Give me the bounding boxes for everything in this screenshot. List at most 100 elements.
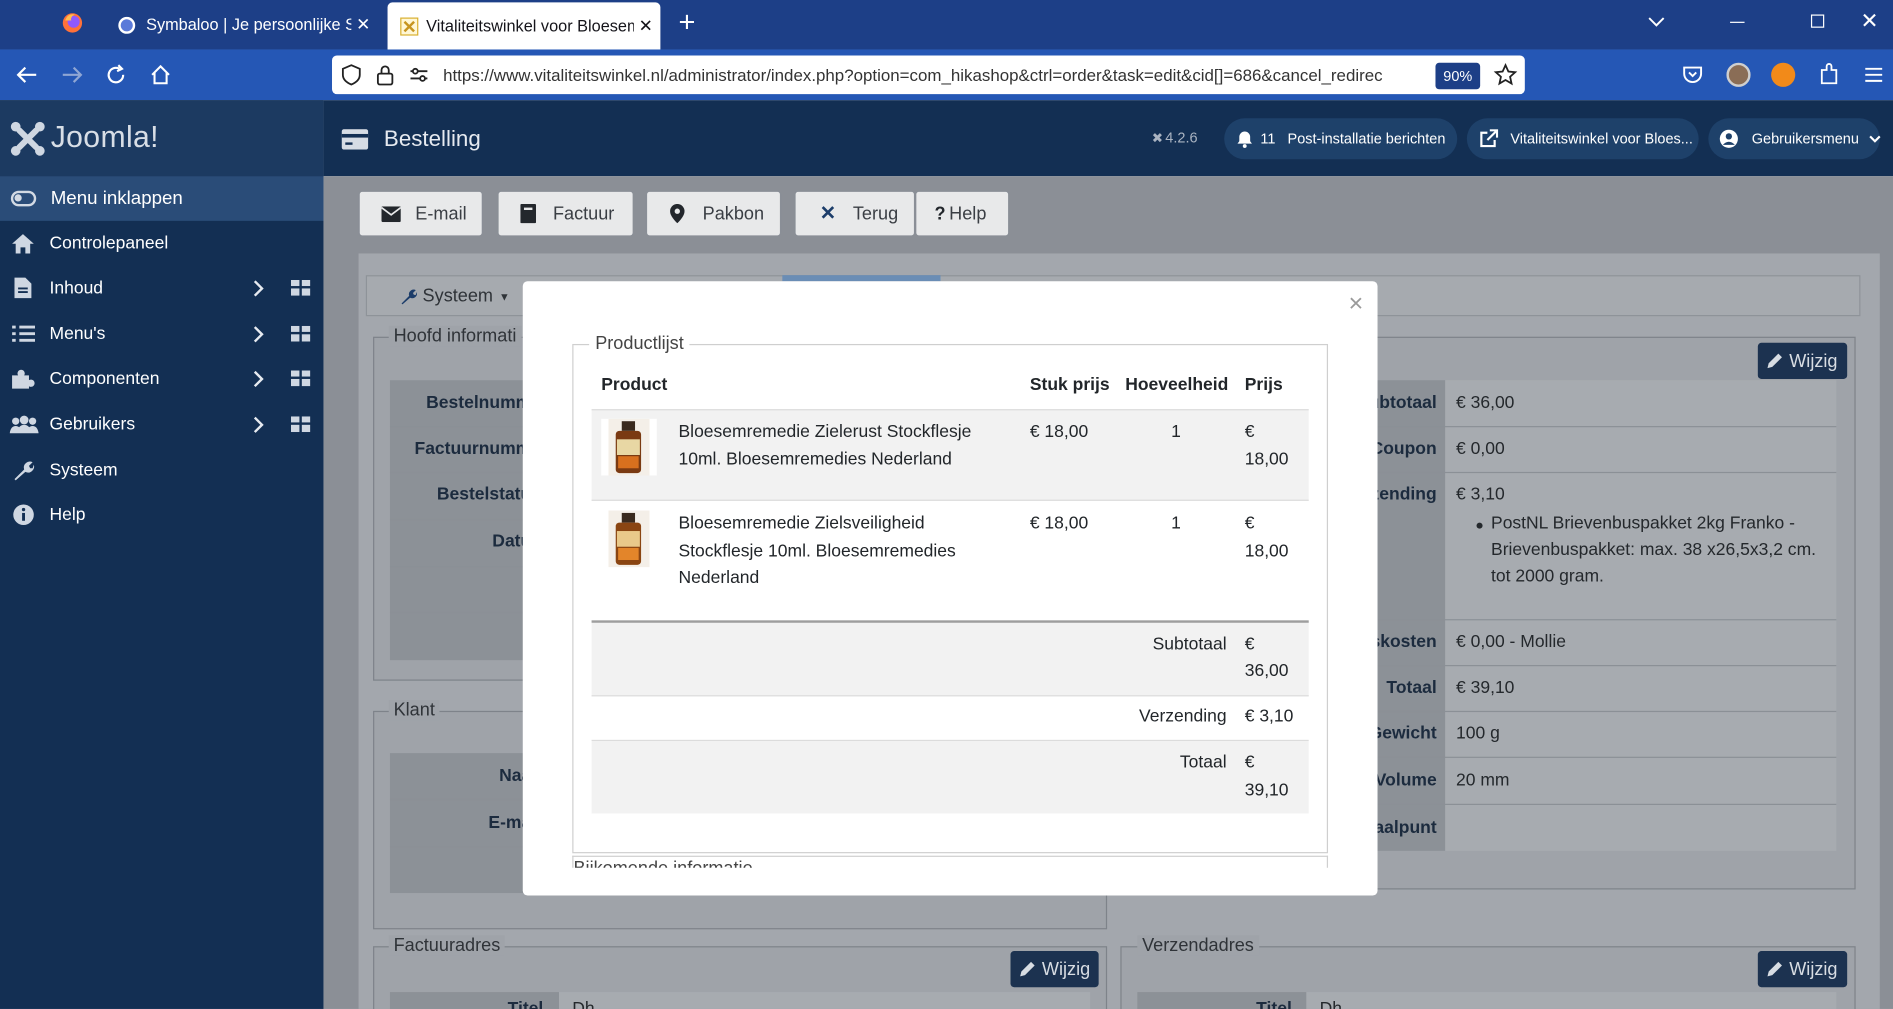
edit-shipping-button[interactable]: Wijzig (1757, 951, 1848, 988)
map-marker-icon (670, 203, 685, 224)
pencil-icon (1766, 961, 1783, 978)
chevron-right-icon[interactable] (251, 369, 265, 388)
maximize-icon[interactable] (1810, 14, 1825, 28)
sidebar-item-menus[interactable]: Menu's (0, 311, 324, 356)
product-thumbnail[interactable] (601, 418, 657, 476)
dashboard-grid-icon[interactable] (290, 416, 311, 433)
firefox-menu-icon[interactable] (60, 11, 84, 35)
reload-icon[interactable] (105, 64, 127, 86)
chevron-down-icon (1868, 134, 1881, 144)
order-status-label: Bestelstatu (436, 485, 532, 505)
envelope-icon (381, 205, 401, 222)
additional-info-legend: Bijkomende informatie (573, 858, 752, 868)
email-button[interactable]: E-mail (358, 190, 483, 237)
sidebar-item-gebruikers[interactable]: Gebruikers (0, 402, 324, 447)
product-thumbnail[interactable] (601, 510, 657, 568)
tab-title: Symbaloo | Je persoonlijke Start (146, 15, 351, 34)
dashboard-grid-icon[interactable] (290, 280, 311, 296)
sidebar-item-label: Componenten (49, 368, 160, 389)
sidebar-item-controlepaneel[interactable]: Controlepaneel (0, 221, 324, 266)
tab-vitaliteitswinkel[interactable]: Vitaliteitswinkel voor Bloesemre ✕ (387, 2, 661, 50)
close-window-icon[interactable]: ✕ (1860, 8, 1878, 33)
chevron-right-icon[interactable] (251, 415, 265, 434)
billing-title-label: Titel (507, 999, 544, 1009)
dashboard-grid-icon[interactable] (290, 370, 311, 387)
sidebar-item-label: Menu inklappen (50, 187, 183, 209)
lock-icon[interactable] (375, 64, 394, 86)
product-name[interactable]: 10ml. Bloesemremedies Nederland (679, 450, 952, 469)
price: € (1244, 422, 1255, 442)
sidebar-item-componenten[interactable]: Componenten (0, 356, 324, 401)
post-install-button[interactable]: 11 Post-installatie berichten (1224, 118, 1458, 160)
extension-rss-icon[interactable] (1771, 62, 1796, 87)
product-name[interactable]: Nederland (679, 568, 760, 587)
help-button[interactable]: ? Help (915, 190, 1010, 237)
sidebar-item-help[interactable]: Help (0, 492, 324, 537)
extensions-icon[interactable] (1818, 63, 1840, 87)
new-tab-button[interactable]: + (679, 8, 703, 37)
bookmark-star-icon[interactable] (1493, 62, 1518, 87)
pocket-icon[interactable] (1682, 64, 1704, 86)
joomla-logo-icon (10, 120, 46, 156)
home-icon[interactable] (150, 64, 172, 86)
chevron-right-icon[interactable] (251, 278, 265, 297)
bullet (1476, 522, 1483, 529)
close-tab-icon[interactable]: ✕ (639, 16, 653, 37)
account-avatar-icon[interactable] (1726, 62, 1751, 87)
pencil-icon (1019, 961, 1036, 978)
name-label: Naa (499, 766, 532, 786)
toggle-icon (10, 190, 37, 207)
chevron-right-icon[interactable] (251, 324, 265, 343)
sidebar-item-label: Controlepaneel (49, 233, 169, 253)
site-link-button[interactable]: Vitaliteitswinkel voor Bloes... (1466, 118, 1699, 160)
sidebar-item-collapse[interactable]: Menu inklappen (0, 176, 324, 221)
page-title: Bestelling (383, 125, 481, 151)
invoice-number-label: Factuurnumm (414, 439, 532, 459)
joomla-small-icon: ✖ (1151, 130, 1163, 146)
product-name[interactable]: Bloesemremedie Zielerust Stockflesje (679, 422, 972, 441)
tab-systeem[interactable]: Systeem ▼ (400, 286, 510, 307)
close-tab-icon[interactable]: ✕ (356, 14, 370, 35)
user-menu-label: Gebruikersmenu (1751, 130, 1859, 148)
edit-billing-button[interactable]: Wijzig (1010, 951, 1099, 988)
product-name[interactable]: Stockflesje 10ml. Bloesemremedies (679, 542, 956, 561)
zoom-level-badge[interactable]: 90% (1435, 62, 1481, 90)
total-row (591, 741, 1309, 814)
list-tabs-icon[interactable] (1647, 12, 1666, 31)
hamburger-menu-icon[interactable] (1863, 65, 1885, 84)
column-header-price: Prijs (1244, 375, 1283, 395)
customer-legend: Klant (388, 700, 440, 721)
subtotal-value: 36,00 (1244, 661, 1289, 681)
tab-symbaloo[interactable]: Symbaloo | Je persoonlijke Start ✕ (106, 0, 379, 49)
url-bar[interactable]: https://www.vitaliteitswinkel.nl/adminis… (332, 55, 1525, 95)
main-info-legend: Hoofd informati (388, 325, 522, 347)
shipping-label: Verzending (1139, 707, 1227, 727)
user-menu-button[interactable]: Gebruikersmenu (1708, 118, 1881, 160)
edit-totals-button[interactable]: Wijzig (1757, 342, 1848, 379)
permissions-icon[interactable] (409, 66, 428, 83)
weight-value: 100 g (1456, 724, 1500, 744)
sidebar-item-systeem[interactable]: Systeem (0, 448, 324, 493)
packing-slip-button[interactable]: Pakbon (645, 190, 782, 237)
dashboard-grid-icon[interactable] (290, 325, 311, 342)
forward-icon[interactable] (60, 64, 84, 86)
back-button[interactable]: ✕ Terug (794, 190, 916, 237)
external-link-icon (1479, 129, 1499, 148)
credit-card-icon (341, 129, 369, 150)
shipping-address-legend: Verzendadres (1137, 935, 1259, 956)
site-link-label: Vitaliteitswinkel voor Bloes... (1510, 130, 1693, 148)
joomla-logo[interactable]: Joomla! (0, 100, 324, 177)
sidebar-item-inhoud[interactable]: Inhoud (0, 266, 324, 311)
tab-title: Vitaliteitswinkel voor Bloesemre (426, 16, 634, 36)
caret-down-icon: ▼ (499, 290, 510, 303)
url-text[interactable]: https://www.vitaliteitswinkel.nl/adminis… (443, 65, 1426, 84)
total-value: € (1244, 753, 1255, 773)
product-name[interactable]: Bloesemremedie Zielsveiligheid (679, 514, 925, 533)
invoice-button[interactable]: Factuur (497, 190, 634, 237)
shield-icon[interactable] (340, 64, 362, 86)
modal-close-button[interactable]: × (1349, 290, 1364, 319)
back-icon[interactable] (14, 64, 38, 86)
minimize-icon[interactable] (1730, 21, 1745, 23)
sidebar-item-label: Gebruikers (49, 414, 136, 434)
billing-address-legend: Factuuradres (388, 935, 506, 956)
